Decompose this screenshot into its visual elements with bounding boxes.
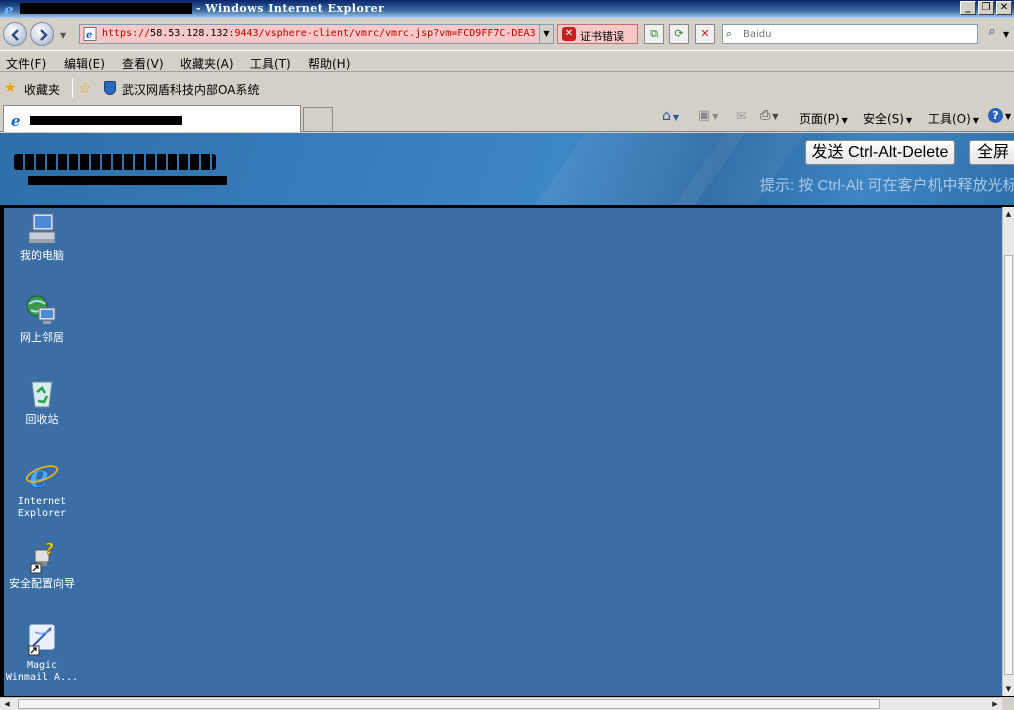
guest-desktop[interactable]: 我的电脑 网上邻居 回收站 e Internet Explorer ? 安全配置… (4, 208, 1002, 696)
svg-text:?: ? (45, 540, 54, 558)
redacted-title (20, 3, 192, 14)
vertical-scroll-thumb[interactable] (1004, 255, 1013, 675)
scroll-left-arrow-icon[interactable]: ◀ (0, 698, 14, 710)
address-dropdown[interactable]: ▼ (539, 25, 553, 43)
scrollbar-corner (1002, 697, 1014, 710)
address-bar[interactable]: e https://58.53.128.132:9443/vsphere-cli… (79, 24, 554, 44)
search-box[interactable]: ⌕ (722, 24, 978, 44)
minimize-button[interactable]: _ (960, 1, 976, 15)
ie-window: e - Windows Internet Explorer _ ❐ ✕ ▼ e … (0, 0, 1014, 710)
help-icon: ? (988, 108, 1003, 123)
menu-view[interactable]: 查看(V) (122, 55, 164, 72)
certificate-error-label: 证书错误 (580, 30, 624, 43)
maximize-button[interactable]: ❐ (978, 1, 994, 15)
svg-text:e: e (29, 458, 49, 492)
shield-site-icon (104, 81, 116, 95)
fullscreen-button[interactable]: 全屏 (969, 140, 1014, 165)
page-menu[interactable]: 页面(P) ▼ (799, 110, 848, 127)
shield-error-icon: ✕ (562, 27, 576, 41)
my-computer-icon (28, 213, 56, 243)
back-arrow-icon (11, 29, 19, 41)
desktop-icon-magic-winmail[interactable]: Magic Winmail A... (4, 622, 80, 684)
winmail-icon (28, 623, 56, 656)
active-tab[interactable]: e (3, 105, 301, 132)
home-icon[interactable]: ⌂ ▼ (662, 108, 679, 124)
desktop-icon-label: 回收站 (25, 413, 59, 426)
security-wizard-icon: ? (30, 540, 55, 574)
menu-bar: 文件(F) 编辑(E) 查看(V) 收藏夹(A) 工具(T) 帮助(H) (0, 50, 1014, 72)
scroll-right-arrow-icon[interactable]: ▶ (988, 698, 1002, 710)
desktop-icon-label: 网上邻居 (20, 331, 64, 344)
print-icon[interactable]: ⎙ ▼ (760, 108, 779, 123)
help-menu[interactable]: ? ▼ (988, 108, 1011, 123)
stop-button[interactable]: ✕ (695, 24, 715, 44)
svg-text:e: e (11, 112, 21, 128)
desktop-icon-label: Internet (17, 496, 67, 507)
address-row: ▼ e https://58.53.128.132:9443/vsphere-c… (0, 18, 1014, 50)
favorites-bar: ★ 收藏夹 ☆ 武汉网盾科技内部OA系统 (0, 74, 1014, 102)
desktop-icon-label-line2: Explorer (17, 508, 67, 519)
url-text[interactable]: https://58.53.128.132:9443/vsphere-clien… (102, 28, 537, 39)
forward-button[interactable] (30, 22, 54, 46)
send-ctrl-alt-delete-button[interactable]: 发送 Ctrl-Alt-Delete (805, 140, 955, 165)
desktop-icon-label-line2: Winmail A... (5, 672, 79, 683)
safety-menu[interactable]: 安全(S) ▼ (863, 110, 912, 127)
scroll-up-arrow-icon[interactable]: ▲ (1003, 207, 1014, 221)
vertical-scrollbar[interactable]: ▲ ▼ (1002, 207, 1014, 696)
favorites-separator (72, 78, 73, 98)
desktop-icon-label: 安全配置向导 (9, 577, 75, 590)
back-button[interactable] (3, 22, 27, 46)
desktop-icon-my-computer[interactable]: 我的电脑 (4, 212, 80, 262)
ie-tab-icon: e (11, 112, 21, 128)
network-places-icon (26, 295, 56, 324)
mail-icon[interactable]: ✉ (736, 109, 746, 123)
recent-pages-dropdown[interactable]: ▼ (60, 31, 66, 40)
refresh-button[interactable]: ⟳ (669, 24, 689, 44)
favorites-button[interactable]: 收藏夹 (24, 81, 60, 98)
search-options-dropdown[interactable]: ▼ (1003, 30, 1009, 39)
menu-help[interactable]: 帮助(H) (308, 55, 350, 72)
redacted-vm-host (28, 176, 227, 185)
desktop-icon-label: 我的电脑 (20, 249, 64, 262)
certificate-error-button[interactable]: ✕ 证书错误 (557, 24, 638, 44)
redacted-tab-title (30, 116, 182, 125)
internet-explorer-icon: e (25, 458, 59, 492)
release-cursor-hint: 提示: 按 Ctrl-Alt 可在客户机中释放光标 (760, 177, 1014, 194)
desktop-icon-network[interactable]: 网上邻居 (4, 294, 80, 344)
recycle-bin-icon (31, 381, 53, 408)
desktop-icon-label: Magic (26, 660, 58, 671)
new-tab-button[interactable] (303, 107, 333, 131)
svg-text:e: e (86, 30, 92, 41)
title-bar: e - Windows Internet Explorer _ ❐ ✕ (0, 0, 1014, 18)
redacted-vm-name (14, 154, 216, 170)
add-favorite-icon[interactable]: ☆ (78, 79, 91, 97)
vmrc-header: 发送 Ctrl-Alt-Delete 全屏 提示: 按 Ctrl-Alt 可在客… (0, 133, 1014, 205)
horizontal-scroll-thumb[interactable] (18, 699, 880, 709)
tools-menu[interactable]: 工具(O) ▼ (928, 110, 979, 127)
page-icon: e (83, 27, 97, 41)
menu-file[interactable]: 文件(F) (6, 55, 46, 72)
close-button[interactable]: ✕ (996, 1, 1012, 15)
desktop-icon-recycle-bin[interactable]: 回收站 (4, 376, 80, 426)
desktop-icon-security-wizard[interactable]: ? 安全配置向导 (4, 540, 80, 590)
compatibility-view-button[interactable]: ⧉ (644, 24, 664, 44)
tab-command-row: e ⌂ ▼ ▣ ▼ ✉ ⎙ ▼ 页面(P) ▼ 安全(S) ▼ 工具(O) ▼ ? ▼ (0, 102, 1014, 132)
ie-logo-icon: e (4, 1, 14, 17)
search-icon: ⌕ (726, 27, 733, 40)
menu-tools[interactable]: 工具(T) (250, 55, 291, 72)
feeds-icon[interactable]: ▣ ▼ (698, 108, 718, 123)
favorites-star-icon: ★ (4, 80, 17, 96)
scroll-down-arrow-icon[interactable]: ▼ (1003, 682, 1014, 696)
svg-text:e: e (4, 1, 14, 17)
window-title: - Windows Internet Explorer (196, 2, 385, 15)
menu-favorites[interactable]: 收藏夹(A) (180, 55, 234, 72)
menu-edit[interactable]: 编辑(E) (64, 55, 105, 72)
horizontal-scrollbar[interactable]: ◀ ▶ (0, 697, 1002, 710)
vm-console[interactable]: 我的电脑 网上邻居 回收站 e Internet Explorer ? 安全配置… (0, 205, 1014, 710)
search-input[interactable] (743, 27, 973, 41)
favorite-link-oa[interactable]: 武汉网盾科技内部OA系统 (122, 81, 259, 98)
search-go-button[interactable]: ⌕ (982, 24, 1002, 44)
desktop-icon-internet-explorer[interactable]: e Internet Explorer (4, 458, 80, 520)
forward-arrow-icon (40, 29, 48, 41)
